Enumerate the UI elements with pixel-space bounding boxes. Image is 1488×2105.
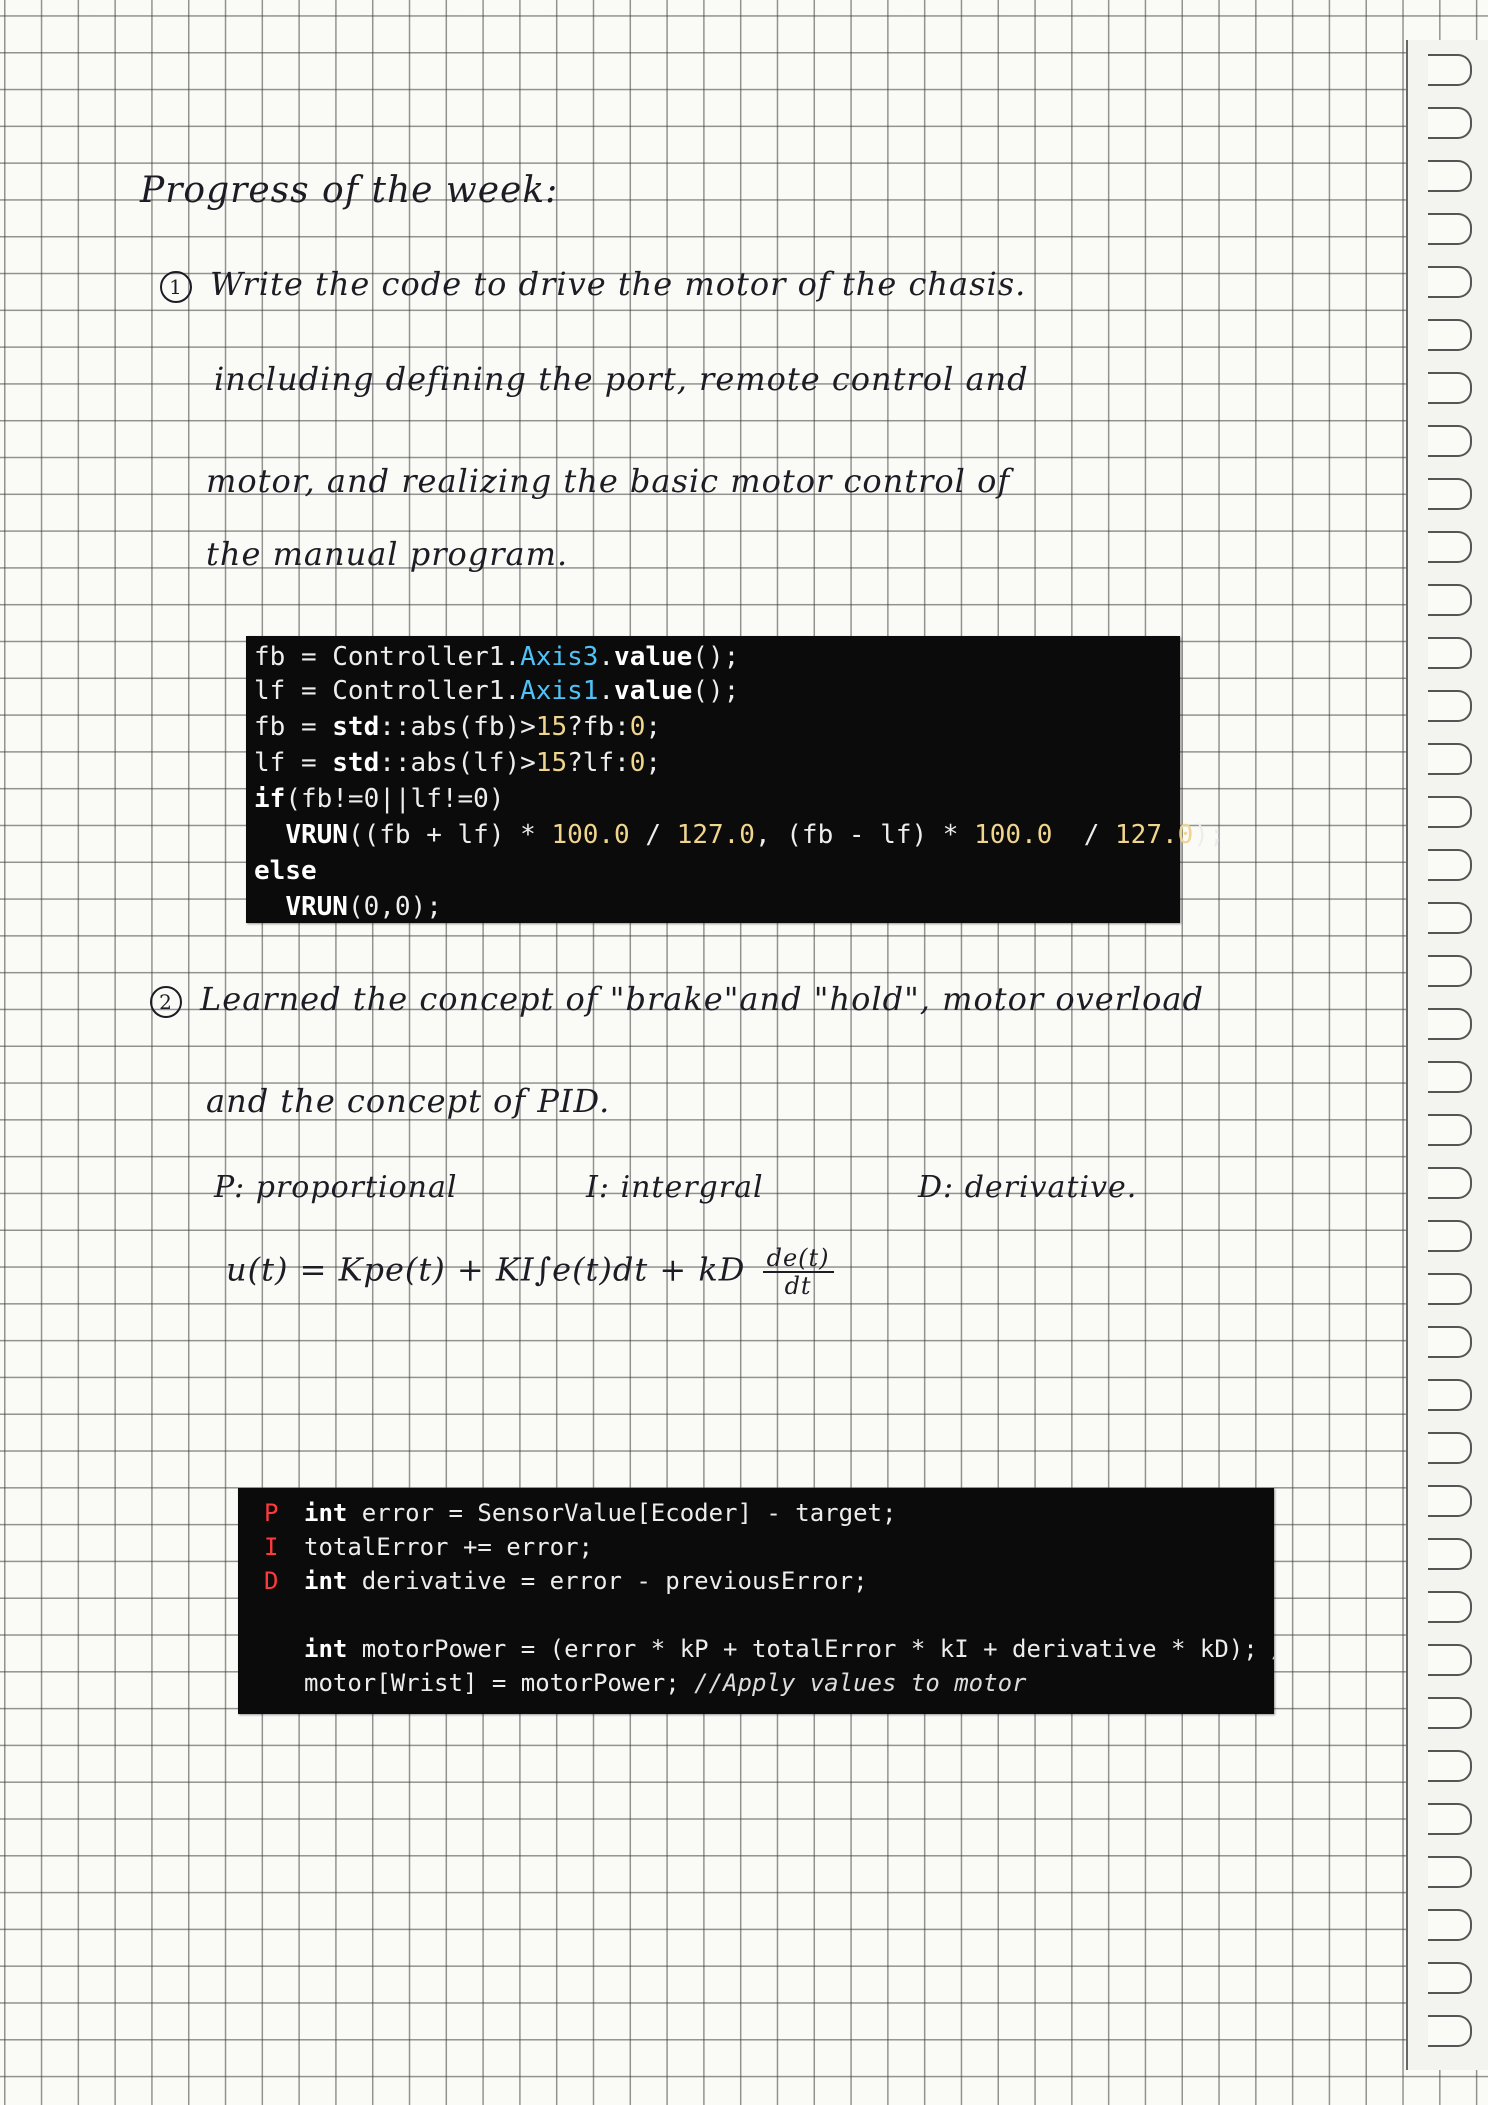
section1-line-4: the manual program.	[206, 535, 569, 573]
section2-line-1: 2 Learned the concept of "brake"and "hold…	[150, 980, 1204, 1018]
pid-formula-denominator: dt	[784, 1272, 812, 1300]
section1-text-1: Write the code to drive the motor of the…	[210, 265, 1027, 303]
binding-ring	[1428, 213, 1472, 245]
code-block-chassis-drive: fb = Controller1.Axis3.value(); lf = Con…	[246, 636, 1225, 923]
binding-ring	[1428, 1909, 1472, 1941]
binding-ring	[1428, 107, 1472, 139]
code1-line-2: lf = Controller1.Axis1.value();	[254, 676, 740, 706]
binding-ring	[1428, 2015, 1472, 2047]
code1-line-5: if(fb!=0||lf!=0)	[254, 784, 505, 814]
code2-line-3: int derivative = error - previousError;	[304, 1567, 868, 1595]
binding-ring	[1428, 690, 1472, 722]
spiral-binding	[1406, 40, 1488, 2070]
binding-ring	[1428, 637, 1472, 669]
section2-line-2: and the concept of PID.	[206, 1082, 611, 1120]
binding-ring	[1428, 1644, 1472, 1676]
binding-ring	[1428, 1803, 1472, 1835]
binding-ring	[1428, 266, 1472, 298]
page-title: Progress of the week:	[140, 170, 559, 211]
notebook-page: Progress of the week: 1 Write the code to…	[0, 0, 1488, 2105]
code-block-pid: P I D int error = SensorValue[Ecoder] - …	[238, 1488, 1274, 1714]
binding-ring	[1428, 1485, 1472, 1517]
section1-line-1: 1 Write the code to drive the motor of th…	[160, 265, 1026, 303]
binding-ring	[1428, 1962, 1472, 1994]
section1-line-3: motor, and realizing the basic motor con…	[206, 462, 1011, 500]
binding-ring	[1428, 1114, 1472, 1146]
pid-formula-main: u(t) = Kpe(t) + KI∫e(t)dt + kD	[226, 1250, 746, 1289]
section2-text-1: Learned the concept of "brake"and "hold"…	[200, 980, 1204, 1018]
pid-term-integral: I: intergral	[586, 1170, 764, 1205]
binding-ring	[1428, 1538, 1472, 1570]
section1-marker: 1	[160, 270, 192, 303]
code2-line-2: totalError += error;	[304, 1533, 593, 1561]
binding-ring	[1428, 372, 1472, 404]
pid-term-derivative: D: derivative.	[918, 1170, 1138, 1205]
pid-label-p: P	[264, 1499, 279, 1527]
binding-ring	[1428, 1220, 1472, 1252]
pid-formula: u(t) = Kpe(t) + KI∫e(t)dt + kD de(t) dt	[226, 1245, 834, 1299]
binding-ring	[1428, 796, 1472, 828]
binding-ring	[1428, 1697, 1472, 1729]
binding-ring	[1428, 319, 1472, 351]
binding-ring	[1428, 478, 1472, 510]
binding-ring	[1428, 425, 1472, 457]
code1-line-4: lf = std::abs(lf)>15?lf:0;	[254, 748, 662, 778]
binding-ring	[1428, 1008, 1472, 1040]
binding-ring	[1428, 1061, 1472, 1093]
binding-ring	[1428, 955, 1472, 987]
binding-ring	[1428, 1750, 1472, 1782]
code2-line-6: motor[Wrist] = motorPower; //Apply value…	[304, 1669, 1027, 1697]
binding-ring	[1428, 531, 1472, 563]
binding-ring	[1428, 1326, 1472, 1358]
binding-ring	[1428, 160, 1472, 192]
pid-term-proportional: P: proportional	[214, 1170, 458, 1205]
pid-label-d: D	[264, 1567, 279, 1595]
binding-ring	[1428, 1273, 1472, 1305]
binding-ring	[1428, 1856, 1472, 1888]
binding-ring	[1428, 1591, 1472, 1623]
code1-line-7: else	[254, 856, 317, 886]
binding-ring	[1428, 902, 1472, 934]
binding-ring	[1428, 584, 1472, 616]
code1-line-6: VRUN((fb + lf) * 100.0 / 127.0, (fb - lf…	[285, 820, 1225, 850]
code1-line-1: fb = Controller1.Axis3.value();	[254, 642, 740, 672]
section2-marker: 2	[150, 985, 182, 1018]
section1-line-2: including defining the port, remote cont…	[214, 360, 1029, 398]
pid-label-i: I	[264, 1533, 279, 1561]
binding-ring	[1428, 743, 1472, 775]
pid-formula-fraction: de(t) dt	[762, 1245, 834, 1300]
binding-ring	[1428, 54, 1472, 86]
binding-ring	[1428, 1432, 1472, 1464]
binding-ring	[1428, 1167, 1472, 1199]
code1-line-3: fb = std::abs(fb)>15?fb:0;	[254, 712, 662, 742]
binding-ring	[1428, 849, 1472, 881]
binding-ring	[1428, 1379, 1472, 1411]
code2-line-5: int motorPower = (error * kP + totalErro…	[304, 1635, 1274, 1663]
pid-formula-numerator: de(t)	[762, 1245, 834, 1273]
code1-line-8: VRUN(0,0);	[285, 892, 442, 922]
code2-line-1: int error = SensorValue[Ecoder] - target…	[304, 1499, 897, 1527]
